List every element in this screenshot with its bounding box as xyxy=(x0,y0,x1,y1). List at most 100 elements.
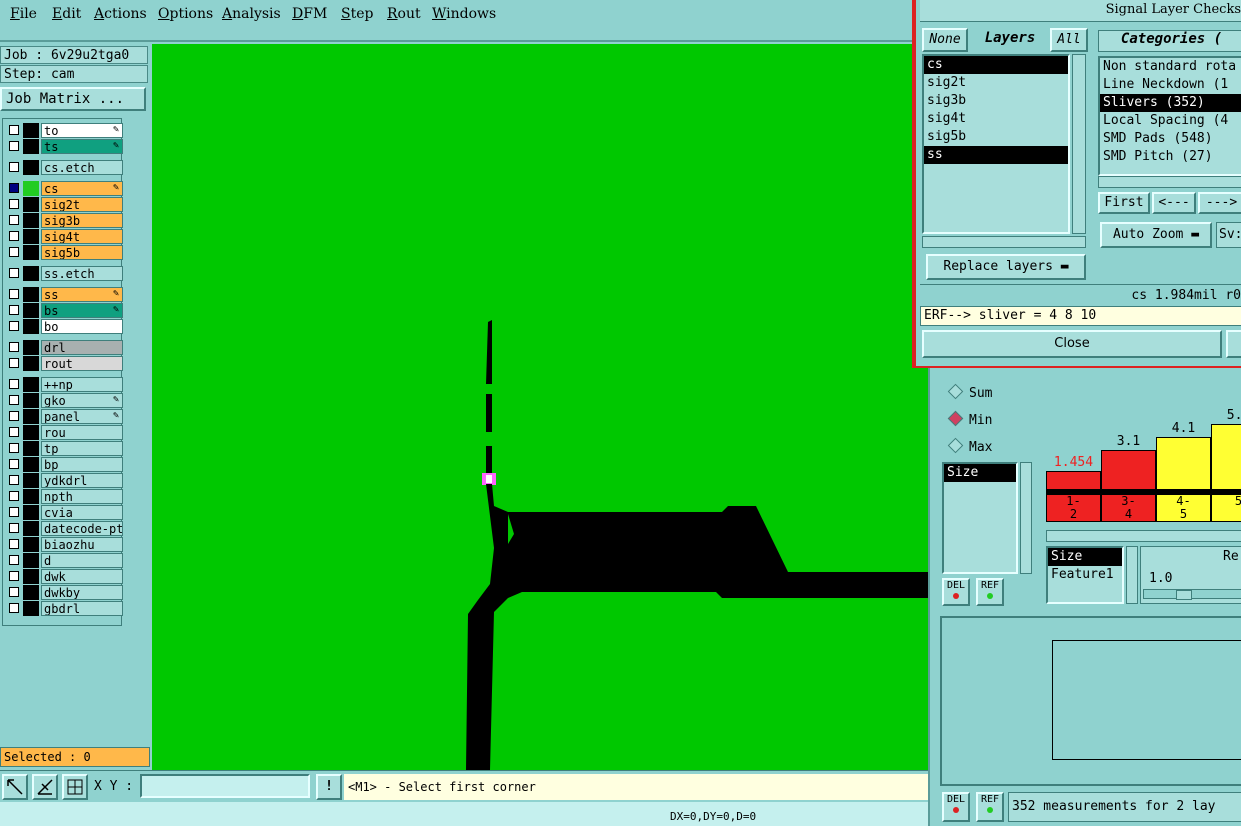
graphics-canvas[interactable] xyxy=(152,44,928,770)
layer-color-swatch[interactable] xyxy=(23,287,39,302)
layer-name[interactable]: gko xyxy=(41,393,123,408)
layer-row-rout[interactable]: rout xyxy=(5,356,123,371)
dialog-layer-item[interactable]: sig5b xyxy=(924,128,1068,146)
layer-color-swatch[interactable] xyxy=(23,213,39,228)
menu-windows[interactable]: Windows xyxy=(432,6,496,22)
category-item[interactable]: Local Spacing (4 xyxy=(1100,112,1241,130)
layer-name[interactable]: datecode-pte xyxy=(41,521,123,536)
layer-name[interactable]: ss.etch xyxy=(41,266,123,281)
layer-row-sig4t[interactable]: sig4t xyxy=(5,229,123,244)
next-button[interactable]: ---> xyxy=(1198,192,1241,214)
layer-checkbox[interactable] xyxy=(9,125,19,135)
layer-name[interactable]: ts xyxy=(41,139,123,154)
layer-checkbox[interactable] xyxy=(9,358,19,368)
layer-checkbox[interactable] xyxy=(9,411,19,421)
layer-name[interactable]: biaozhu xyxy=(41,537,123,552)
menu-analysis[interactable]: Analysis xyxy=(222,6,281,22)
layer-name[interactable]: dwkby xyxy=(41,585,123,600)
histogram-scrollbar[interactable] xyxy=(1046,530,1241,542)
layer-name[interactable]: d xyxy=(41,553,123,568)
layer-checkbox[interactable] xyxy=(9,268,19,278)
layer-row-dwkby[interactable]: dwkby xyxy=(5,585,123,600)
layer-checkbox[interactable] xyxy=(9,443,19,453)
layer-row-to[interactable]: to ✎ xyxy=(5,123,123,138)
layer-checkbox[interactable] xyxy=(9,539,19,549)
ref-button-2[interactable]: REF xyxy=(976,792,1004,822)
dialog-layer-item[interactable]: sig4t xyxy=(924,110,1068,128)
layer-row-bs[interactable]: bs ✎ xyxy=(5,303,123,318)
layer-name[interactable]: tp xyxy=(41,441,123,456)
menu-options[interactable]: Options xyxy=(158,6,213,22)
layer-checkbox[interactable] xyxy=(9,305,19,315)
menu-step[interactable]: Step xyxy=(341,6,373,22)
layer-row-sig3b[interactable]: sig3b xyxy=(5,213,123,228)
layer-checkbox[interactable] xyxy=(9,215,19,225)
attribute-item[interactable]: Feature1 xyxy=(1048,566,1122,584)
layer-list-hscrollbar[interactable] xyxy=(922,236,1086,248)
histogram-bar[interactable] xyxy=(1156,437,1211,490)
layer-name[interactable]: sig5b xyxy=(41,245,123,260)
layer-row-rou[interactable]: rou xyxy=(5,425,123,440)
layer-color-swatch[interactable] xyxy=(23,553,39,568)
layer-color-swatch[interactable] xyxy=(23,409,39,424)
first-button[interactable]: First xyxy=(1098,192,1150,214)
layer-row-dwk[interactable]: dwk xyxy=(5,569,123,584)
layer-row-sig2t[interactable]: sig2t xyxy=(5,197,123,212)
layer-checkbox[interactable] xyxy=(9,199,19,209)
slider-thumb[interactable] xyxy=(1176,590,1192,600)
layer-row-cs[interactable]: cs ✎ xyxy=(5,181,123,196)
layer-color-swatch[interactable] xyxy=(23,340,39,355)
layer-checkbox[interactable] xyxy=(9,555,19,565)
attribute-list[interactable]: Size Feature1 xyxy=(1046,546,1124,604)
prev-button[interactable]: <--- xyxy=(1152,192,1196,214)
layer-checkbox[interactable] xyxy=(9,459,19,469)
layer-color-swatch[interactable] xyxy=(23,303,39,318)
category-item[interactable]: SMD Pads (548) xyxy=(1100,130,1241,148)
layer-row-ts[interactable]: ts ✎ xyxy=(5,139,123,154)
layer-color-swatch[interactable] xyxy=(23,393,39,408)
menu-edit[interactable]: Edit xyxy=(52,6,81,22)
category-item[interactable]: Line Neckdown (1 xyxy=(1100,76,1241,94)
layer-name[interactable]: to xyxy=(41,123,123,138)
extra-button[interactable] xyxy=(1226,330,1241,358)
category-list[interactable]: Non standard rota Line Neckdown (1 Slivers… xyxy=(1098,56,1241,176)
layer-row-++np[interactable]: ++np xyxy=(5,377,123,392)
attribute-item[interactable]: Size xyxy=(1048,548,1122,566)
close-button[interactable]: Close xyxy=(922,330,1222,358)
layer-row-cs.etch[interactable]: cs.etch xyxy=(5,160,123,175)
layer-checkbox[interactable] xyxy=(9,231,19,241)
del-button[interactable]: DEL xyxy=(942,578,970,606)
layer-color-swatch[interactable] xyxy=(23,425,39,440)
layer-color-swatch[interactable] xyxy=(23,266,39,281)
layer-list-scrollbar[interactable] xyxy=(1072,54,1086,234)
layer-checkbox[interactable] xyxy=(9,475,19,485)
layer-row-datecode-pte[interactable]: datecode-pte xyxy=(5,521,123,536)
dialog-layer-item[interactable]: ss xyxy=(924,146,1068,164)
menu-file[interactable]: File xyxy=(10,6,37,22)
layer-color-swatch[interactable] xyxy=(23,585,39,600)
layer-color-swatch[interactable] xyxy=(23,377,39,392)
layer-name[interactable]: panel xyxy=(41,409,123,424)
layer-checkbox[interactable] xyxy=(9,342,19,352)
layer-color-swatch[interactable] xyxy=(23,139,39,154)
layer-checkbox[interactable] xyxy=(9,289,19,299)
layer-color-swatch[interactable] xyxy=(23,245,39,260)
layer-checkbox[interactable] xyxy=(9,162,19,172)
layer-checkbox[interactable] xyxy=(9,587,19,597)
layer-name[interactable]: ++np xyxy=(41,377,123,392)
layer-color-swatch[interactable] xyxy=(23,537,39,552)
none-button[interactable]: None xyxy=(922,28,968,52)
layer-row-bo[interactable]: bo xyxy=(5,319,123,334)
layer-checkbox[interactable] xyxy=(9,321,19,331)
layer-color-swatch[interactable] xyxy=(23,569,39,584)
layer-row-ydkdrl[interactable]: ydkdrl xyxy=(5,473,123,488)
all-button[interactable]: All xyxy=(1050,28,1088,52)
layer-row-bp[interactable]: bp xyxy=(5,457,123,472)
layer-name[interactable]: rou xyxy=(41,425,123,440)
layer-color-swatch[interactable] xyxy=(23,160,39,175)
size-list[interactable]: Size xyxy=(942,462,1018,574)
layer-name[interactable]: cs xyxy=(41,181,123,196)
histogram-bar[interactable] xyxy=(1211,424,1241,490)
layer-color-swatch[interactable] xyxy=(23,521,39,536)
dialog-layer-item[interactable]: sig3b xyxy=(924,92,1068,110)
